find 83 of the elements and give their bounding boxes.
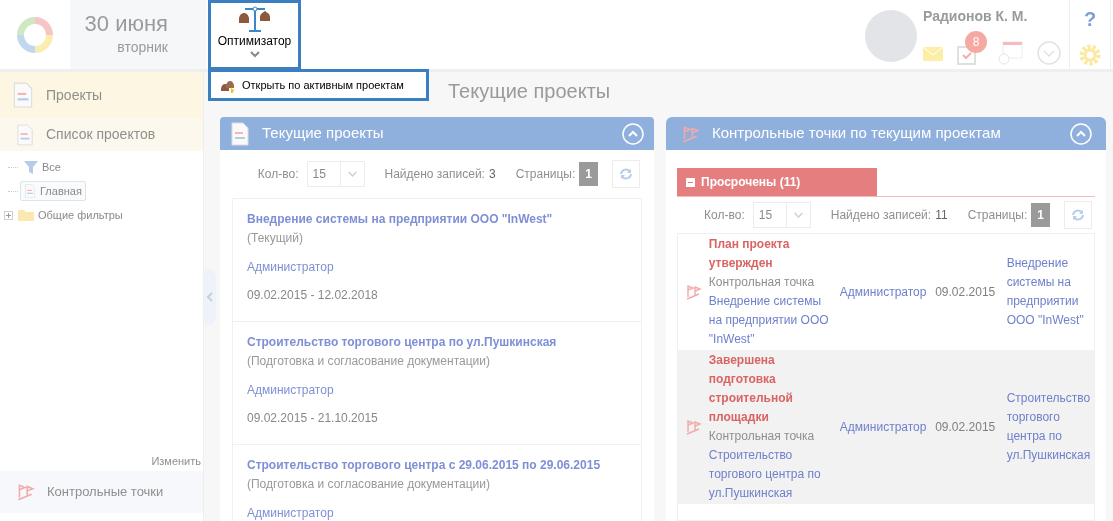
found-label: Найдено записей: [830,207,932,224]
group-header[interactable]: Просрочены (11) [677,168,877,196]
project-card[interactable]: Строительство торгового центра по ул.Пушкинская (Подготовка и согласование документации) Администратор 09.02.2015 - 21.10.2015 [233,322,641,445]
count-label: Кол-во: [704,207,745,224]
page-number[interactable]: 1 [1031,203,1050,227]
panel-title: Текущие проекты [262,123,385,144]
flags-icon [684,283,703,301]
refresh-icon [1069,206,1087,224]
collapse-button[interactable] [1070,122,1092,145]
project-owner[interactable]: Администратор [247,504,641,521]
page-title: Текущие проекты [448,80,611,102]
count-select[interactable]: 15 [306,161,365,187]
document-icon [12,82,34,108]
refresh-icon [617,165,635,183]
funnel-icon [24,160,38,174]
chevron-left-icon [206,291,214,302]
flags-icon [684,418,703,436]
refresh-button[interactable] [1064,201,1092,229]
checkpoint-type: Контрольная точка [708,428,816,445]
date-text: 30 июня [84,11,168,37]
project-owner[interactable]: Администратор [247,381,641,399]
tree-item[interactable]: Общие фильтры [14,204,127,226]
found-label: Найдено записей: [384,166,485,183]
project-cell[interactable]: Внедрение системы на предприятии ООО "InWest" [1006,254,1094,330]
count-label: Кол-во: [257,166,299,183]
menu-item[interactable]: Открыть по активным проектам [220,76,404,94]
notification-badge: 8 [965,31,987,53]
chevron-down-icon [248,49,261,59]
date-cell-text: 09.02.2015 [935,283,997,301]
checkpoint-name[interactable]: Завершена подготовка строительной площадки [708,351,836,427]
page-number[interactable]: 1 [579,162,598,186]
scales-icon [236,5,273,33]
calendar-icon[interactable] [997,41,1023,65]
document-icon [16,123,34,146]
weekday-text: вторник [117,38,168,57]
project-dates: 09.02.2015 - 12.02.2018 [247,287,379,304]
found-count: 3 [488,166,496,183]
project-cell[interactable]: Строительство торгового центра по ул.Пушкинская [1006,389,1094,465]
task-icon[interactable] [957,45,977,65]
project-card[interactable]: Внедрение системы на предприятии ООО "InWest" (Текущий) Администратор 09.02.2015 - 12.02.2018 [233,199,641,322]
project-status: (Подготовка и согласование документации) [247,353,491,370]
tree-item[interactable]: Главная [20,180,86,202]
checkpoint-name[interactable]: План проекта утвержден [708,235,836,273]
project-dates: 09.02.2015 - 21.10.2015 [247,410,379,427]
project-owner[interactable]: Администратор [247,258,641,276]
folder-icon [18,209,34,221]
project-title[interactable]: Строительство торгового центра с 29.06.2015 по 29.06.2015 [247,455,641,475]
document-clock-icon [230,121,250,146]
avatar [865,10,917,62]
project-card[interactable]: Строительство торгового центра с 29.06.2015 по 29.06.2015 (Подготовка и согласование документации) Администратор [233,445,641,521]
sidebar-section[interactable]: Проекты [0,72,203,118]
settings-icon[interactable] [1079,44,1101,66]
owner-cell[interactable]: Администратор [839,282,936,302]
mail-icon[interactable] [923,47,943,61]
help-button[interactable]: ? [1083,4,1097,34]
sidebar-toggle[interactable] [204,268,216,325]
owner-cell[interactable]: Администратор [839,417,936,437]
chevron-down-circle-icon[interactable] [1037,41,1061,65]
project-status: (Текущий) [247,230,304,247]
pages-label: Страницы: [515,166,576,183]
panel-title: Контрольные точки по текущим проектам [712,123,1002,144]
collapse-button[interactable] [622,122,644,145]
count-select[interactable]: 15 [752,202,811,228]
checkpoint-type: Контрольная точка [708,274,816,291]
refresh-button[interactable] [612,160,640,188]
found-count: 11 [935,207,948,224]
minus-box-icon[interactable] [686,177,695,187]
sidebar-section[interactable]: Контрольные точки [0,471,203,513]
project-title[interactable]: Внедрение системы на предприятии ООО "InWest" [247,209,641,229]
pages-label: Страницы: [967,207,1028,224]
optimizer-button[interactable]: Оптимизатор [208,0,301,70]
project-link[interactable]: Строительство торгового центра по ул.Пушкинская [708,446,836,503]
flags-icon [15,482,35,502]
plus-box-icon[interactable] [4,210,13,220]
document-icon [24,184,36,198]
project-title[interactable]: Строительство торгового центра по ул.Пушкинская [247,332,641,352]
user-name: Радионов К. М. [923,7,1029,26]
date-cell-text: 09.02.2015 [935,418,997,436]
project-link[interactable]: Внедрение системы на предприятии ООО "InWest" [708,292,836,349]
project-status: (Подготовка и согласование документации) [247,476,491,493]
tree-item[interactable]: Все [20,156,65,178]
edit-link[interactable]: Изменить [151,452,203,471]
sidebar-item[interactable]: Список проектов [0,118,203,151]
